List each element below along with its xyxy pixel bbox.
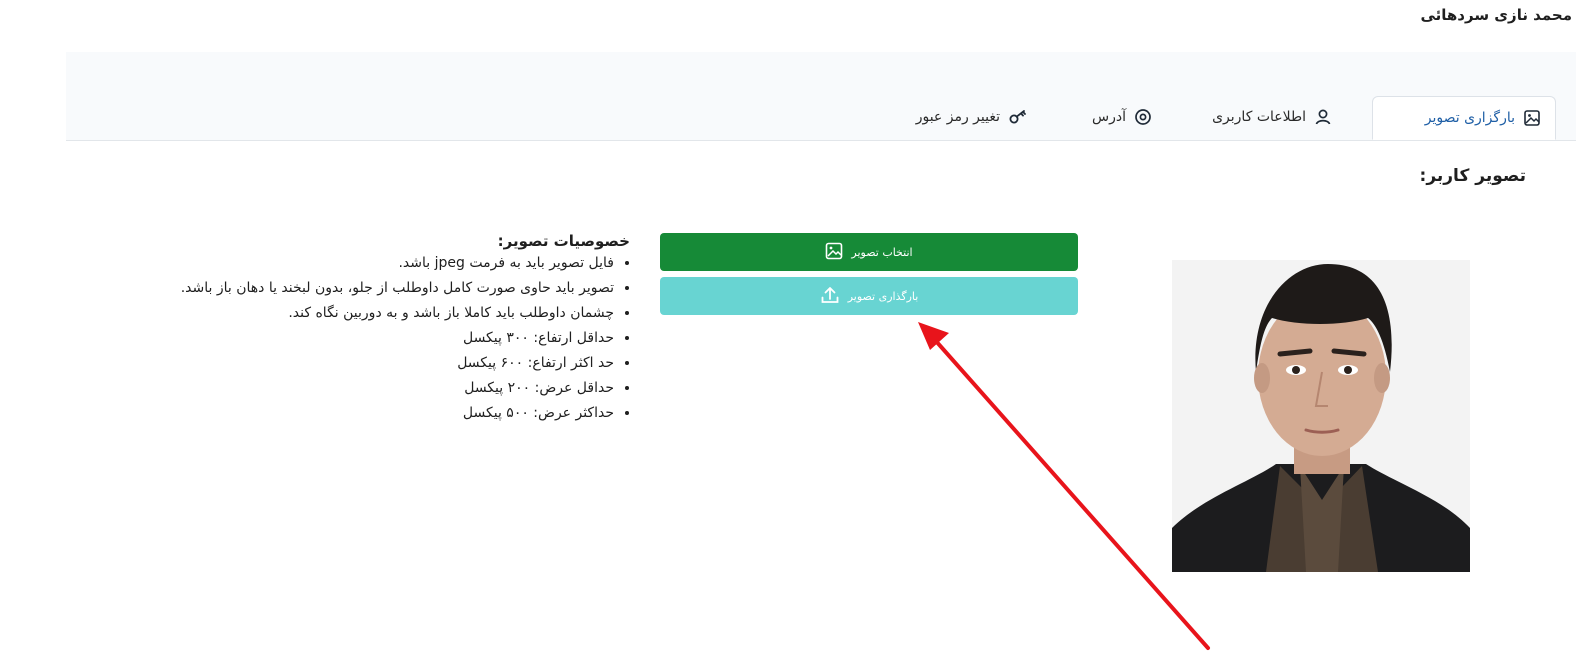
image-specs: خصوصیات تصویر: فایل تصویر باید به فرمت j… [70, 232, 630, 426]
tab-upload-image-label: بارگزاری تصویر [1424, 110, 1515, 126]
spec-item: حداقل ارتفاع: ۳۰۰ پیکسل [70, 326, 614, 351]
user-name: محمد نازی سردهائی [1420, 6, 1572, 24]
key-icon [1008, 108, 1028, 126]
spec-item: حداکثر عرض: ۵۰۰ پیکسل [70, 401, 614, 426]
tab-address[interactable]: آدرس [1074, 96, 1166, 138]
upload-icon [820, 285, 840, 308]
spec-item: فایل تصویر باید به فرمت jpeg باشد. [70, 251, 614, 276]
section-title: تصویر کاربر: [1419, 166, 1526, 186]
select-image-button[interactable]: انتخاب تصویر [660, 233, 1078, 271]
image-icon [825, 242, 843, 263]
spec-item: تصویر باید حاوی صورت کامل داوطلب از جلو،… [70, 276, 614, 301]
user-photo [1172, 260, 1470, 572]
tab-address-label: آدرس [1092, 109, 1126, 125]
location-pin-icon [1134, 108, 1152, 126]
select-image-button-label: انتخاب تصویر [851, 245, 913, 259]
spec-item: حداقل عرض: ۲۰۰ پیکسل [70, 376, 614, 401]
user-icon [1314, 108, 1332, 126]
tab-change-password[interactable]: تغییر رمز عبور [892, 96, 1042, 138]
tab-upload-image[interactable]: بارگزاری تصویر [1372, 96, 1556, 140]
spec-item: چشمان داوطلب باید کاملا باز باشد و به دو… [70, 301, 614, 326]
upload-image-button[interactable]: بارگذاری تصویر [660, 277, 1078, 315]
spec-item: حد اکثر ارتفاع: ۶۰۰ پیکسل [70, 351, 614, 376]
image-icon [1523, 109, 1541, 127]
tab-change-password-label: تغییر رمز عبور [915, 109, 1000, 125]
specs-title: خصوصیات تصویر: [497, 232, 630, 250]
tabs-header [66, 52, 1576, 141]
tab-user-info-label: اطلاعات کاربری [1212, 109, 1306, 125]
upload-image-button-label: بارگذاری تصویر [847, 289, 919, 303]
specs-list: فایل تصویر باید به فرمت jpeg باشد. تصویر… [70, 251, 630, 426]
tab-user-info[interactable]: اطلاعات کاربری [1198, 96, 1346, 138]
